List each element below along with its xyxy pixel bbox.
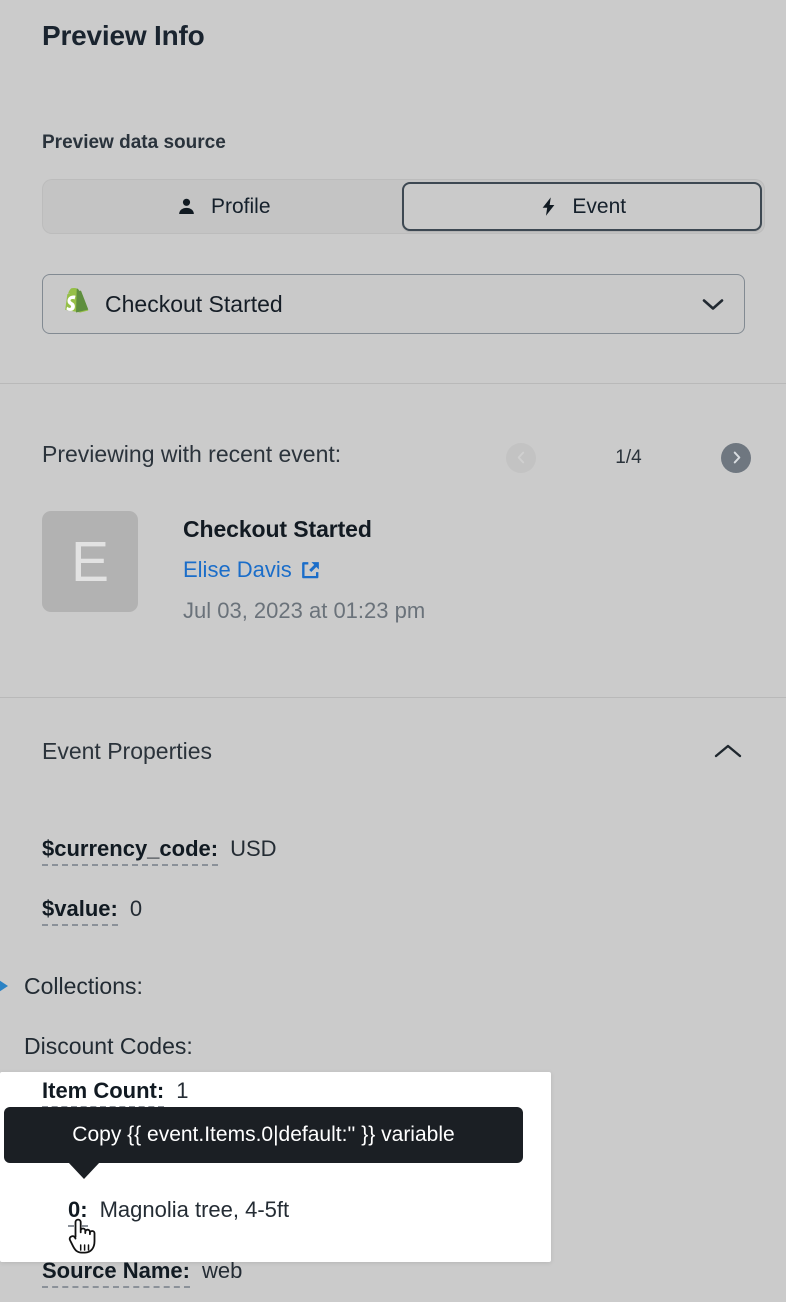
- property-group-label: Discount Codes:: [24, 1032, 193, 1059]
- recent-event-timestamp: Jul 03, 2023 at 01:23 pm: [183, 598, 426, 623]
- property-row-item-zero: 0: Magnolia tree, 4-5ft: [68, 1197, 289, 1227]
- event-properties-header[interactable]: Event Properties: [42, 738, 745, 765]
- recent-event-details: Checkout Started Elise Davis Jul 03, 202…: [183, 511, 425, 624]
- chevron-down-icon: [698, 294, 728, 314]
- property-value: web: [201, 1258, 243, 1283]
- caret-right-icon[interactable]: [0, 975, 18, 997]
- previewing-with-recent-event-label: Previewing with recent event:: [42, 441, 342, 467]
- lightning-bolt-icon: [537, 196, 559, 218]
- property-group-label: Collections:: [24, 972, 143, 999]
- event-select-dropdown[interactable]: Checkout Started: [42, 274, 745, 334]
- segment-profile-label: Profile: [210, 194, 271, 218]
- event-properties-list: $currency_code: USD $value: 0 Collection…: [0, 836, 786, 1076]
- pager-prev-button[interactable]: [506, 442, 536, 473]
- property-value: Magnolia tree, 4-5ft: [99, 1197, 290, 1222]
- property-value: USD: [230, 836, 277, 861]
- segment-event-label: Event: [572, 194, 627, 218]
- event-properties-title: Event Properties: [42, 738, 213, 764]
- preview-data-source-label: Preview data source: [42, 132, 226, 153]
- property-key[interactable]: $currency_code:: [42, 836, 219, 866]
- chevron-up-icon[interactable]: [711, 741, 745, 763]
- person-icon: [176, 196, 198, 218]
- segment-profile[interactable]: Profile: [45, 182, 402, 231]
- avatar: E: [42, 511, 138, 612]
- property-group-collections[interactable]: Collections:: [0, 956, 786, 1016]
- property-value: 1: [176, 1078, 189, 1103]
- pager-count: 1/4: [615, 446, 642, 468]
- recent-event-name: Checkout Started: [183, 516, 372, 542]
- property-key[interactable]: Source Name:: [42, 1258, 190, 1288]
- page-title: Preview Info: [42, 20, 205, 51]
- divider-top: [0, 383, 786, 384]
- property-row-currency-code: $currency_code: USD: [0, 836, 786, 896]
- property-row-source-name: Source Name: web: [42, 1258, 242, 1288]
- recent-event-card: E Checkout Started Elise Davis Jul 03, 2…: [42, 511, 425, 624]
- property-key[interactable]: $value:: [42, 896, 118, 926]
- recent-event-profile-link[interactable]: Elise Davis: [183, 557, 425, 583]
- chevron-right-circle-icon: [728, 449, 745, 466]
- chevron-left-circle-icon: [513, 449, 530, 466]
- external-link-icon: [301, 561, 320, 580]
- shopify-icon: [61, 288, 91, 320]
- property-row-item-count: Item Count: 1: [42, 1078, 188, 1108]
- copy-variable-tooltip: Copy {{ event.Items.0|default:'' }} vari…: [4, 1107, 523, 1163]
- event-pager: 1/4: [506, 441, 751, 474]
- event-select-value: Checkout Started: [105, 290, 283, 317]
- tooltip-arrow: [68, 1162, 100, 1179]
- divider-middle: [0, 697, 786, 698]
- property-key[interactable]: Item Count:: [42, 1078, 165, 1108]
- pager-next-button[interactable]: [721, 442, 751, 473]
- property-row-value: $value: 0: [0, 896, 786, 956]
- recent-event-person-name: Elise Davis: [183, 557, 292, 582]
- property-value: 0: [129, 896, 143, 921]
- segment-event[interactable]: Event: [401, 182, 762, 231]
- property-group-discount-codes[interactable]: Discount Codes:: [0, 1016, 786, 1076]
- property-key[interactable]: 0:: [68, 1197, 88, 1227]
- data-source-segmented-control[interactable]: Profile Event: [42, 179, 765, 234]
